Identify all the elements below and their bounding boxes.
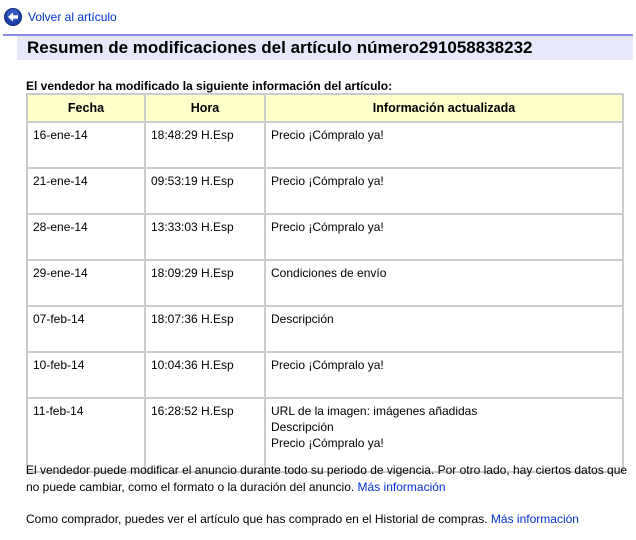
- cell-fecha: 29-ene-14: [26, 259, 146, 307]
- table-row: 29-ene-14 18:09:29 H.Esp Condiciones de …: [26, 259, 624, 307]
- table-row: 11-feb-14 16:28:52 H.Esp URL de la image…: [26, 397, 624, 473]
- cell-hora: 09:53:19 H.Esp: [144, 167, 266, 215]
- header-fecha: Fecha: [26, 93, 146, 123]
- modifications-table: Fecha Hora Información actualizada 16-en…: [26, 93, 624, 473]
- seller-info-text: El vendedor puede modificar el anuncio d…: [26, 463, 628, 494]
- table-header-row: Fecha Hora Información actualizada: [26, 93, 624, 123]
- info-line: Precio ¡Cómpralo ya!: [271, 436, 384, 450]
- cell-hora: 18:09:29 H.Esp: [144, 259, 266, 307]
- cell-hora: 10:04:36 H.Esp: [144, 351, 266, 399]
- more-info-link-1[interactable]: Más información: [358, 480, 446, 494]
- back-arrow-icon[interactable]: [4, 8, 22, 26]
- header-hora: Hora: [144, 93, 266, 123]
- page-title: Resumen de modificaciones del artículo n…: [27, 38, 533, 57]
- back-link-label[interactable]: Volver al artículo: [28, 10, 117, 24]
- cell-info: Precio ¡Cómpralo ya!: [264, 213, 624, 261]
- table-row: 10-feb-14 10:04:36 H.Esp Precio ¡Cómpral…: [26, 351, 624, 399]
- cell-info: Precio ¡Cómpralo ya!: [264, 121, 624, 169]
- table-row: 07-feb-14 18:07:36 H.Esp Descripción: [26, 305, 624, 353]
- buyer-info-paragraph: Como comprador, puedes ver el artículo q…: [26, 511, 631, 528]
- cell-hora: 16:28:52 H.Esp: [144, 397, 266, 473]
- cell-info: Descripción: [264, 305, 624, 353]
- cell-hora: 18:07:36 H.Esp: [144, 305, 266, 353]
- buyer-info-text: Como comprador, puedes ver el artículo q…: [26, 512, 488, 526]
- info-line: Condiciones de envío: [271, 266, 387, 280]
- intro-text: El vendedor ha modificado la siguiente i…: [26, 79, 393, 93]
- table-row: 28-ene-14 13:33:03 H.Esp Precio ¡Cómpral…: [26, 213, 624, 261]
- info-line: Descripción: [271, 420, 334, 434]
- back-to-item-link[interactable]: Volver al artículo: [4, 7, 117, 27]
- header-info: Información actualizada: [264, 93, 624, 123]
- more-info-link-2[interactable]: Más información: [491, 512, 579, 526]
- info-line: Descripción: [271, 312, 334, 326]
- table-row: 16-ene-14 18:48:29 H.Esp Precio ¡Cómpral…: [26, 121, 624, 169]
- table-row: 21-ene-14 09:53:19 H.Esp Precio ¡Cómpral…: [26, 167, 624, 215]
- seller-info-paragraph: El vendedor puede modificar el anuncio d…: [26, 462, 631, 496]
- cell-fecha: 11-feb-14: [26, 397, 146, 473]
- title-bar: Resumen de modificaciones del artículo n…: [3, 34, 633, 60]
- cell-hora: 13:33:03 H.Esp: [144, 213, 266, 261]
- cell-info: Precio ¡Cómpralo ya!: [264, 351, 624, 399]
- cell-fecha: 16-ene-14: [26, 121, 146, 169]
- info-line: Precio ¡Cómpralo ya!: [271, 128, 384, 142]
- cell-fecha: 21-ene-14: [26, 167, 146, 215]
- info-line: Precio ¡Cómpralo ya!: [271, 174, 384, 188]
- info-line: Precio ¡Cómpralo ya!: [271, 220, 384, 234]
- info-line: URL de la imagen: imágenes añadidas: [271, 404, 478, 418]
- cell-hora: 18:48:29 H.Esp: [144, 121, 266, 169]
- cell-fecha: 28-ene-14: [26, 213, 146, 261]
- info-line: Precio ¡Cómpralo ya!: [271, 358, 384, 372]
- cell-info: Precio ¡Cómpralo ya!: [264, 167, 624, 215]
- cell-fecha: 07-feb-14: [26, 305, 146, 353]
- cell-fecha: 10-feb-14: [26, 351, 146, 399]
- cell-info: Condiciones de envío: [264, 259, 624, 307]
- cell-info: URL de la imagen: imágenes añadidas Desc…: [264, 397, 624, 473]
